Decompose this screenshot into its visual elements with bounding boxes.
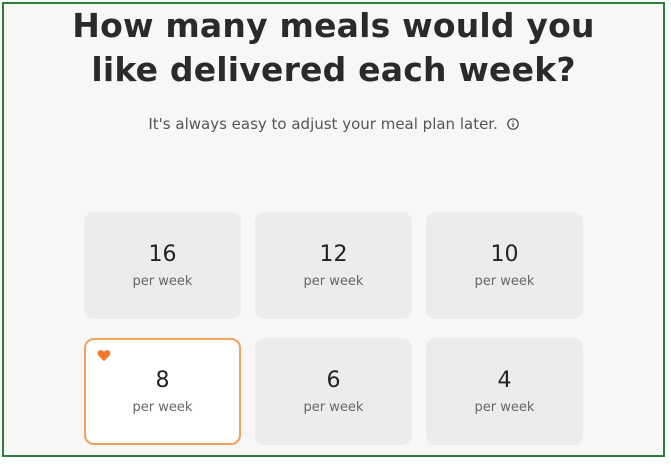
meal-count: 6 <box>326 368 341 393</box>
page-title-line-2: like delivered each week? <box>91 50 576 89</box>
meal-unit: per week <box>132 400 193 415</box>
meal-unit: per week <box>474 400 535 415</box>
meal-option-6[interactable]: 6 per week <box>255 338 412 445</box>
meal-option-4[interactable]: 4 per week <box>426 338 583 445</box>
meal-option-16[interactable]: 16 per week <box>84 212 241 319</box>
meal-unit: per week <box>303 274 364 289</box>
meal-unit: per week <box>132 274 193 289</box>
info-icon[interactable] <box>506 118 519 130</box>
meal-unit: per week <box>474 274 535 289</box>
subtitle-text: It's always easy to adjust your meal pla… <box>148 115 498 133</box>
meal-count: 4 <box>497 368 512 393</box>
heart-icon <box>97 350 111 362</box>
meal-option-12[interactable]: 12 per week <box>255 212 412 319</box>
meal-unit: per week <box>303 400 364 415</box>
meal-count: 12 <box>319 242 348 267</box>
meal-count: 16 <box>148 242 177 267</box>
meal-plan-panel: How many meals would you like delivered … <box>2 2 665 457</box>
meal-option-8[interactable]: 8 per week <box>84 338 241 445</box>
subtitle: It's always easy to adjust your meal pla… <box>4 115 663 133</box>
meal-count: 10 <box>490 242 519 267</box>
meal-option-10[interactable]: 10 per week <box>426 212 583 319</box>
page-title-line-1: How many meals would you <box>72 6 595 45</box>
meal-count: 8 <box>155 368 170 393</box>
